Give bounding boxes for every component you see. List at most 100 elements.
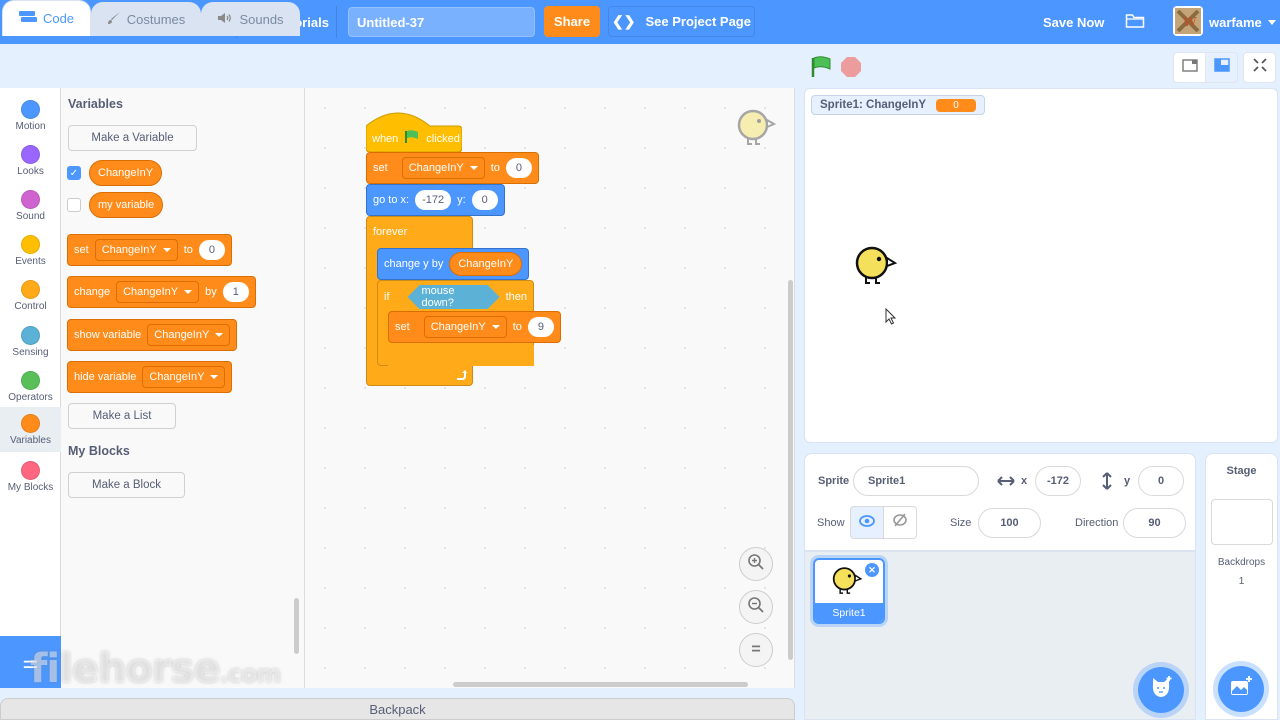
y-input[interactable]: 0 (471, 190, 498, 210)
show-label: Show (817, 517, 845, 529)
stop-button[interactable] (841, 57, 861, 77)
tab-sounds[interactable]: Sounds (201, 2, 300, 36)
sprite-thumbnail-name: Sprite1 (815, 603, 883, 622)
palette-scrollbar[interactable] (294, 598, 299, 654)
sprite-chick[interactable] (854, 245, 900, 292)
zoom-in-button[interactable] (739, 547, 773, 581)
set-variable-block[interactable]: set ChangeInY to 0 (67, 234, 232, 266)
share-button[interactable]: Share (544, 6, 600, 37)
variable-dropdown[interactable]: ChangeInY (147, 324, 231, 346)
variable-dropdown[interactable]: ChangeInY (423, 316, 507, 338)
eye-icon (859, 514, 875, 532)
tab-costumes[interactable]: Costumes (91, 2, 201, 36)
choose-backdrop-button[interactable] (1218, 666, 1264, 712)
sound-dot-icon (21, 190, 40, 209)
delete-sprite-icon[interactable]: ✕ (865, 563, 879, 577)
stage-selector[interactable]: Stage Backdrops 1 (1205, 453, 1278, 720)
block-text: show variable (74, 329, 142, 341)
category-variables[interactable]: Variables (0, 407, 61, 452)
category-sound[interactable]: Sound (0, 183, 61, 228)
sprite-ghost-icon (735, 107, 777, 152)
variable-dropdown[interactable]: ChangeInY (94, 239, 178, 261)
avatar[interactable]: W (1173, 6, 1203, 36)
value-input[interactable]: 0 (505, 158, 532, 178)
block-text: to (183, 244, 193, 256)
project-title-input[interactable]: Untitled-37 (348, 7, 535, 37)
small-stage-button[interactable] (1173, 52, 1206, 83)
category-my-blocks[interactable]: My Blocks (0, 454, 61, 499)
sprite-thumbnail[interactable]: ✕ Sprite1 (813, 558, 885, 624)
change-y-block[interactable]: change y by ChangeInY (377, 248, 530, 280)
variable-dropdown[interactable]: ChangeInY (401, 157, 485, 179)
category-operators[interactable]: Operators (0, 364, 61, 409)
my-stuff-button[interactable] (1125, 0, 1145, 44)
y-input[interactable]: 0 (1138, 466, 1184, 496)
variable-monitor[interactable]: Sprite1: ChangeInY 0 (811, 95, 986, 115)
events-dot-icon (21, 235, 40, 254)
value-input[interactable]: 9 (527, 317, 554, 337)
variable-dropdown[interactable]: ChangeInY (142, 366, 226, 388)
fullscreen-button[interactable] (1243, 52, 1276, 83)
motion-dot-icon (21, 100, 40, 119)
stage[interactable]: Sprite1: ChangeInY 0 (804, 88, 1278, 443)
go-to-xy-block[interactable]: go to x: -172 y: 0 (366, 184, 505, 216)
choose-sprite-button[interactable] (1138, 667, 1184, 713)
make-variable-button[interactable]: Make a Variable (68, 125, 197, 151)
stage-thumbnail[interactable] (1211, 499, 1273, 545)
category-label: Looks (17, 166, 44, 177)
workspace-horizontal-scrollbar[interactable] (453, 682, 748, 687)
variable-dropdown[interactable]: ChangeInY (116, 281, 200, 303)
zoom-out-icon (747, 596, 765, 619)
looks-dot-icon (21, 145, 40, 164)
variable-reporter[interactable]: ChangeInY (449, 252, 523, 276)
x-input[interactable]: -172 (415, 190, 452, 210)
value-input[interactable]: 1 (222, 282, 249, 302)
divider (336, 6, 337, 38)
make-block-button[interactable]: Make a Block (68, 472, 185, 498)
variable-reporter[interactable]: ChangeInY (89, 160, 163, 186)
set-variable-block[interactable]: set ChangeInY to 0 (366, 152, 539, 184)
category-label: Events (15, 256, 46, 267)
mouse-cursor-icon (885, 307, 897, 330)
x-input[interactable]: -172 (1035, 466, 1081, 496)
category-label: Control (14, 301, 47, 312)
block-text: by (205, 286, 217, 298)
set-variable-block[interactable]: set ChangeInY to 9 (388, 311, 561, 343)
zoom-out-button[interactable] (739, 590, 773, 624)
block-text: go to x: (373, 194, 410, 206)
see-project-page-button[interactable]: ❮❯ See Project Page (608, 6, 755, 37)
category-events[interactable]: Events (0, 228, 61, 273)
show-variable-block[interactable]: show variable ChangeInY (67, 319, 238, 351)
value-input[interactable]: 0 (198, 240, 225, 260)
block-text: set (373, 162, 388, 174)
size-label: Size (950, 517, 972, 529)
hide-sprite-button[interactable] (884, 506, 917, 539)
variable-checkbox[interactable]: ✓ (67, 166, 81, 180)
svg-text:W: W (1182, 15, 1197, 29)
large-stage-button[interactable] (1205, 52, 1238, 83)
green-flag-button[interactable] (810, 56, 832, 83)
category-looks[interactable]: Looks (0, 138, 61, 183)
code-icon (18, 11, 37, 26)
mouse-down-condition[interactable]: mouse down? (408, 285, 500, 309)
variable-reporter[interactable]: my variable (89, 192, 164, 218)
account-menu[interactable]: warfame (1209, 0, 1276, 44)
category-sensing[interactable]: Sensing (0, 319, 61, 364)
hide-variable-block[interactable]: hide variable ChangeInY (67, 361, 233, 393)
make-list-button[interactable]: Make a List (68, 403, 176, 429)
category-motion[interactable]: Motion (0, 93, 61, 138)
workspace-vertical-scrollbar[interactable] (788, 280, 793, 660)
variable-checkbox[interactable] (67, 198, 81, 212)
tab-code[interactable]: Code (2, 0, 91, 36)
category-control[interactable]: Control (0, 273, 61, 318)
change-variable-block[interactable]: change ChangeInY by 1 (67, 276, 256, 308)
direction-input[interactable]: 90 (1123, 508, 1186, 538)
sprite-name-input[interactable]: Sprite1 (853, 466, 979, 496)
backpack[interactable]: Backpack (0, 698, 795, 720)
save-now-button[interactable]: Save Now (1043, 0, 1104, 44)
zoom-reset-button[interactable]: = (739, 633, 773, 667)
hat-block[interactable]: when clicked (366, 108, 462, 152)
size-input[interactable]: 100 (978, 508, 1041, 538)
remix-icon: ❮❯ (612, 13, 636, 29)
show-sprite-button[interactable] (850, 506, 884, 539)
